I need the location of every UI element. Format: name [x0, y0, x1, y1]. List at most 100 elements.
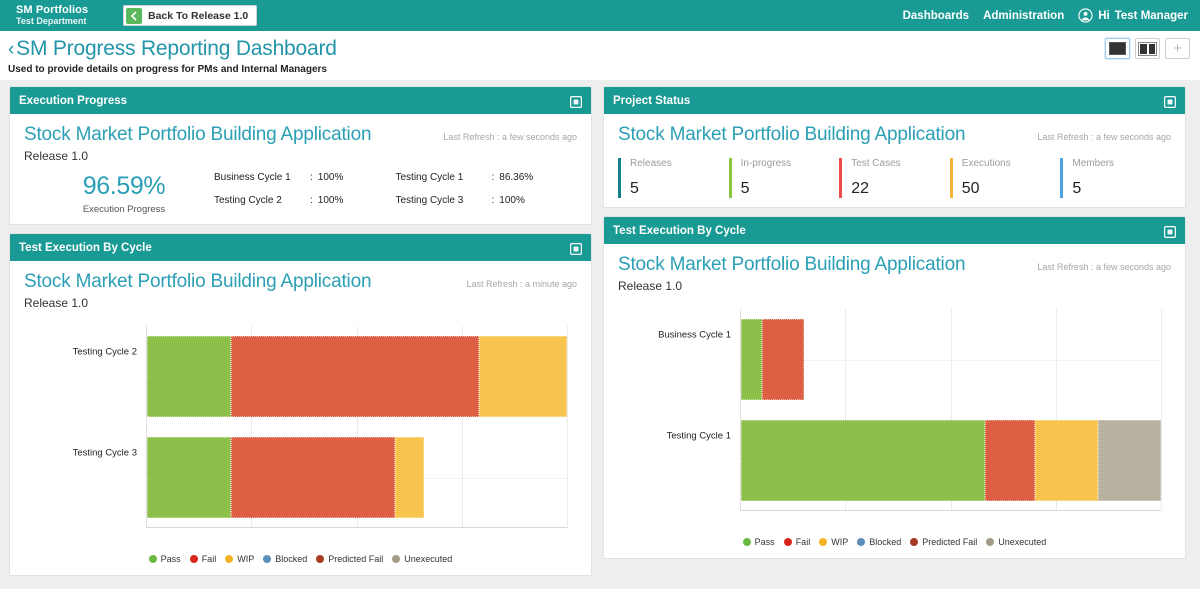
maximize-icon[interactable]: [1164, 225, 1177, 238]
gridline-vertical: [567, 326, 568, 528]
cycle-separator: :: [491, 195, 495, 206]
panel-title: Test Execution By Cycle: [19, 241, 152, 254]
cycle-stat: Testing Cycle 1:86.36%: [396, 172, 578, 183]
legend-item[interactable]: Predicted Fail: [910, 537, 977, 547]
bar-segment-unexecuted[interactable]: [1097, 420, 1161, 501]
legend-item[interactable]: WIP: [819, 537, 848, 547]
brand-title: SM Portfolios: [16, 4, 89, 16]
nav-administration[interactable]: Administration: [983, 10, 1064, 22]
top-navigation-bar: SM Portfolios Test Department Back To Re…: [0, 0, 1200, 31]
legend-item[interactable]: WIP: [225, 554, 254, 564]
bar-segment-fail[interactable]: [762, 319, 804, 400]
legend-item[interactable]: Pass: [148, 554, 181, 564]
legend-swatch: [819, 538, 828, 546]
category-label: Testing Cycle 2: [72, 346, 137, 358]
one-column-icon: [1109, 42, 1126, 55]
cycle-column-1: Business Cycle 1:100% Testing Cycle 2:10…: [214, 172, 396, 206]
category-label: Testing Cycle 1: [666, 430, 731, 442]
stat-label: Executions: [961, 158, 1011, 169]
last-refresh-text: Last Refresh : a few seconds ago: [1037, 132, 1171, 142]
cycle-separator: :: [310, 172, 313, 183]
nav-dashboards[interactable]: Dashboards: [903, 10, 969, 22]
panel-body: Last Refresh : a minute ago Stock Market…: [10, 261, 591, 575]
execution-progress-summary: 96.59% Execution Progress: [24, 172, 214, 215]
bar-row[interactable]: Business Cycle 1: [658, 319, 1161, 400]
panel-title: Project Status: [613, 94, 691, 107]
bar-segment-fail[interactable]: [984, 420, 1035, 501]
user-name: Test Manager: [1114, 9, 1188, 22]
legend-swatch: [783, 538, 792, 546]
x-axis-line: [146, 527, 567, 528]
legend-label: Unexecuted: [998, 537, 1047, 547]
gridline-vertical: [1161, 309, 1162, 511]
bar-segment-pass[interactable]: [147, 336, 231, 417]
legend-swatch: [225, 555, 234, 563]
panel-test-execution-left: Test Execution By Cycle Last Refresh : a…: [9, 233, 592, 576]
back-to-release-label: Back To Release 1.0: [148, 9, 249, 22]
legend-swatch: [189, 555, 198, 563]
back-chevron-icon[interactable]: ‹: [8, 40, 14, 59]
maximize-icon[interactable]: [570, 242, 583, 255]
panel-header: Test Execution By Cycle: [10, 234, 591, 261]
panel-body: Last Refresh : a few seconds ago Stock M…: [604, 244, 1185, 558]
panel-body: Last Refresh : a few seconds ago Stock M…: [604, 114, 1185, 207]
cycle-value: 100%: [317, 172, 344, 183]
last-refresh-text: Last Refresh : a minute ago: [466, 279, 577, 289]
legend-label: Unexecuted: [404, 554, 453, 564]
bar-row[interactable]: Testing Cycle 2: [73, 336, 567, 417]
bar-segment-pass[interactable]: [741, 420, 985, 501]
chart-legend: Pass Fail WIP Blocked Predicted Fail Unexecut…: [618, 537, 1171, 547]
legend-item[interactable]: Pass: [742, 537, 775, 547]
back-to-release-button[interactable]: Back To Release 1.0: [123, 5, 258, 26]
user-menu[interactable]: Hi Test Manager: [1078, 8, 1188, 23]
legend-label: WIP: [831, 537, 849, 547]
add-widget-button[interactable]: +: [1165, 38, 1190, 59]
legend-swatch: [392, 555, 401, 563]
panel-title: Execution Progress: [19, 94, 128, 107]
stat-value: 5: [630, 180, 639, 197]
legend-item[interactable]: Fail: [783, 537, 810, 547]
maximize-icon[interactable]: [570, 95, 583, 108]
cycle-column-2: Testing Cycle 1:86.36% Testing Cycle 3:1…: [396, 172, 578, 206]
legend-label: Fail: [201, 554, 217, 564]
dashboard-grid: Execution Progress Last Refresh : a few …: [0, 80, 1200, 576]
stat-tile: Test Cases 22: [839, 158, 950, 198]
chart-plot-area: Testing Cycle 2 Testing Cycle 3: [73, 326, 568, 528]
bar-segment-pass[interactable]: [741, 319, 762, 400]
execution-progress-row: 96.59% Execution Progress Business Cycle…: [24, 172, 577, 215]
release-label: Release 1.0: [24, 296, 89, 310]
legend-item[interactable]: Blocked: [857, 537, 901, 547]
project-status-stats: Releases 5 In-progress 5 Test Cases 22 Executi…: [618, 158, 1171, 198]
bar-segment-fail[interactable]: [231, 437, 395, 518]
bar-segment-wip[interactable]: [394, 437, 425, 518]
page-title-text: SM Progress Reporting Dashboard: [16, 37, 337, 60]
layout-two-column-button[interactable]: [1135, 38, 1160, 59]
legend-swatch: [742, 538, 751, 546]
bar-segment-fail[interactable]: [231, 336, 479, 417]
legend-item[interactable]: Blocked: [263, 554, 307, 564]
legend-label: Predicted Fail: [328, 554, 384, 564]
top-nav-links: Dashboards Administration Hi Test Manage…: [903, 8, 1200, 23]
stat-value: 22: [851, 180, 869, 197]
legend-swatch: [263, 555, 272, 563]
bar-segment-pass[interactable]: [147, 437, 231, 518]
bar-row[interactable]: Testing Cycle 3: [73, 437, 567, 518]
legend-item[interactable]: Unexecuted: [986, 537, 1046, 547]
legend-swatch: [148, 555, 157, 563]
maximize-icon[interactable]: [1164, 95, 1177, 108]
legend-item[interactable]: Fail: [189, 554, 217, 564]
layout-one-column-button[interactable]: [1105, 38, 1130, 59]
cycle-value: 100%: [499, 195, 525, 206]
bar-segment-wip[interactable]: [1034, 420, 1098, 501]
stat-label: Releases: [630, 158, 672, 169]
bar-row[interactable]: Testing Cycle 1: [667, 420, 1161, 501]
legend-item[interactable]: Predicted Fail: [316, 554, 383, 564]
dashboard-column-right: Project Status Last Refresh : a few seco…: [603, 86, 1186, 576]
page-subtitle: Used to provide details on progress for …: [8, 64, 327, 75]
x-axis-line: [740, 510, 1161, 511]
user-circle-icon: [1078, 8, 1093, 23]
panel-body: Last Refresh : a few seconds ago Stock M…: [10, 114, 591, 224]
legend-label: Blocked: [275, 554, 308, 564]
bar-segment-wip[interactable]: [478, 336, 567, 417]
legend-item[interactable]: Unexecuted: [392, 554, 452, 564]
